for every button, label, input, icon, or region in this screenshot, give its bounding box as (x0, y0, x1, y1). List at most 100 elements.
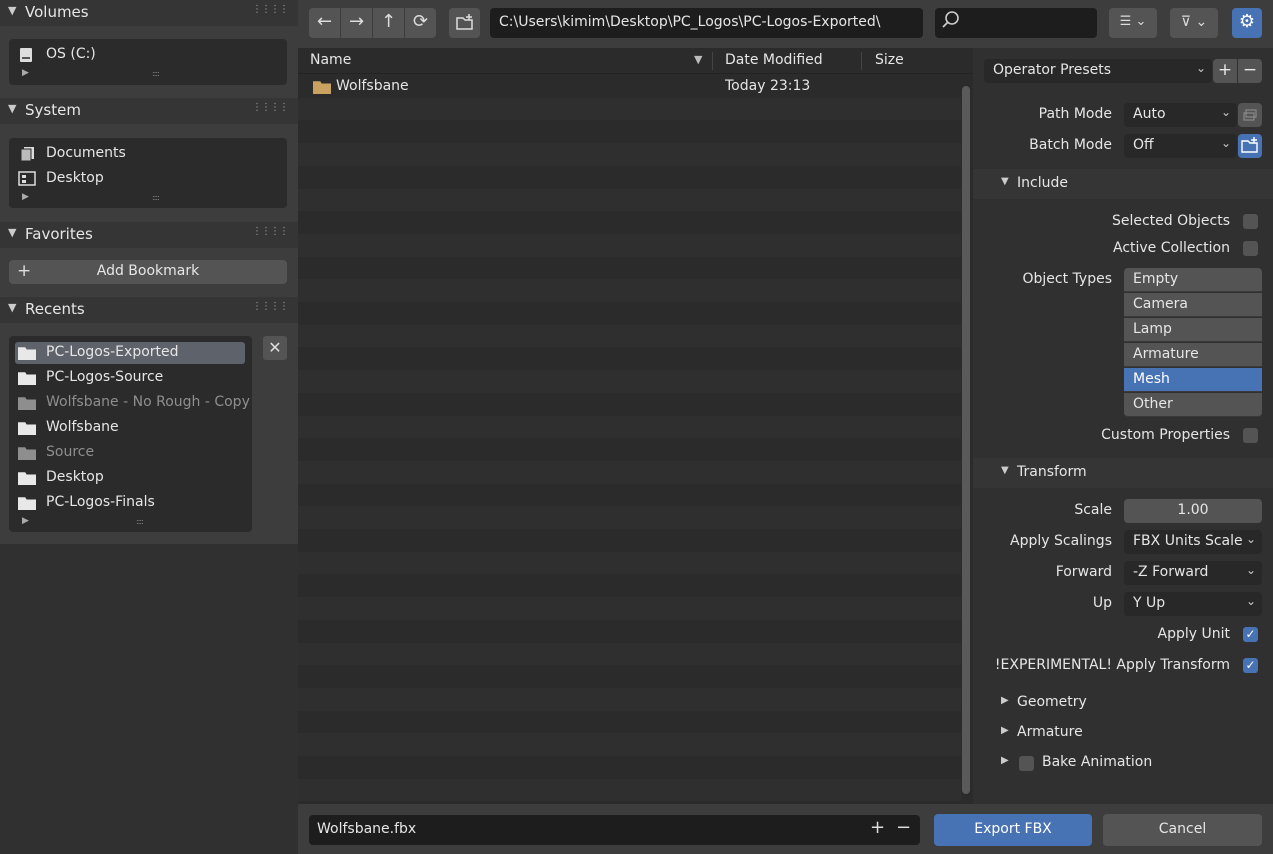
sort-descending-icon[interactable]: ▼ (694, 53, 702, 66)
expand-icon[interactable]: ▶ (22, 516, 29, 526)
desktop-icon (18, 171, 36, 186)
operator-presets-dropdown[interactable]: Operator Presets ⌄ (984, 59, 1212, 83)
file-row[interactable]: Wolfsbane Today 23:13 (298, 75, 961, 97)
drag-grip-icon[interactable]: ⋮⋮⋮⋮ (252, 102, 289, 113)
system-item-desktop[interactable]: Desktop (15, 168, 245, 190)
operator-presets-label: Operator Presets (993, 62, 1112, 78)
add-bookmark-button[interactable]: + Add Bookmark (9, 260, 287, 284)
scale-field[interactable]: 1.00 (1124, 499, 1262, 523)
selected-objects-checkbox[interactable] (1243, 214, 1258, 229)
bake-animation-checkbox[interactable] (1019, 756, 1034, 771)
apply-transform-checkbox[interactable]: ✓ (1243, 658, 1258, 673)
object-type-lamp[interactable]: Lamp (1124, 318, 1262, 342)
batch-mode-label: Batch Mode (1029, 137, 1112, 153)
recent-item[interactable]: Source (15, 442, 245, 464)
up-label: Up (1092, 595, 1112, 611)
selected-objects-label: Selected Objects (1111, 213, 1230, 229)
include-section-body: Selected Objects Active Collection Objec… (973, 199, 1273, 461)
collapse-triangle-icon: ▼ (8, 4, 17, 17)
resize-grip-icon[interactable]: :::: (136, 517, 144, 526)
expand-icon[interactable]: ▶ (22, 68, 29, 78)
object-type-other[interactable]: Other (1124, 393, 1262, 417)
new-folder-button[interactable] (449, 8, 480, 38)
parent-directory-button[interactable]: ↑ (373, 8, 404, 38)
column-size[interactable]: Size (875, 52, 904, 68)
system-title: System (25, 101, 81, 119)
favorites-panel-header[interactable]: ▼ Favorites ⋮⋮⋮⋮ (0, 222, 298, 248)
clear-recents-button[interactable]: ✕ (263, 336, 287, 360)
expand-triangle-icon: ▶ (1001, 695, 1009, 706)
recent-item[interactable]: Desktop (15, 467, 245, 489)
display-mode-dropdown[interactable]: ☰ ⌄ (1109, 8, 1157, 38)
column-date-modified[interactable]: Date Modified (725, 52, 823, 68)
object-type-armature[interactable]: Armature (1124, 343, 1262, 367)
directory-path-field[interactable]: C:\Users\kimim\Desktop\PC_Logos\PC-Logos… (490, 8, 923, 38)
object-type-mesh[interactable]: Mesh (1124, 368, 1262, 392)
collapse-triangle-icon: ▼ (8, 301, 17, 314)
back-button[interactable]: ← (309, 8, 340, 38)
object-type-camera[interactable]: Camera (1124, 293, 1262, 317)
drag-grip-icon[interactable]: ⋮⋮⋮⋮ (252, 226, 289, 237)
remove-preset-button[interactable]: − (1238, 59, 1262, 83)
filename-field[interactable]: Wolfsbane.fbx + − (309, 815, 920, 845)
filter-dropdown[interactable]: ⊽ ⌄ (1170, 8, 1218, 38)
drag-grip-icon[interactable]: ⋮⋮⋮⋮ (252, 301, 289, 312)
geometry-section-header[interactable]: ▶ Geometry (973, 688, 1273, 718)
recent-item[interactable]: Wolfsbane (15, 417, 245, 439)
drag-grip-icon[interactable]: ⋮⋮⋮⋮ (252, 4, 289, 15)
recent-item[interactable]: Wolfsbane - No Rough - Copy (15, 392, 250, 414)
expand-icon[interactable]: ▶ (22, 192, 29, 202)
settings-toggle-button[interactable]: ⚙ (1232, 8, 1262, 38)
increment-filename-icon[interactable]: + (870, 817, 885, 838)
recent-item[interactable]: PC-Logos-Finals (15, 492, 245, 514)
apply-unit-checkbox[interactable]: ✓ (1243, 627, 1258, 642)
empty-row (298, 302, 961, 325)
resize-grip-icon[interactable]: :::: (152, 69, 160, 78)
active-collection-checkbox[interactable] (1243, 241, 1258, 256)
recent-item-label: Source (46, 444, 95, 460)
empty-row (298, 233, 961, 257)
system-panel-header[interactable]: ▼ System ⋮⋮⋮⋮ (0, 98, 298, 124)
forward-button[interactable]: → (341, 8, 372, 38)
recent-item-label: Wolfsbane (46, 419, 119, 435)
volumes-panel-header[interactable]: ▼ Volumes ⋮⋮⋮⋮ (0, 0, 298, 26)
custom-properties-checkbox[interactable] (1243, 428, 1258, 443)
volume-item-os-c[interactable]: OS (C:) (15, 44, 245, 66)
armature-section-header[interactable]: ▶ Armature (973, 718, 1273, 748)
recent-item[interactable]: PC-Logos-Source (15, 367, 245, 389)
chevron-down-icon: ⌄ (1220, 105, 1231, 119)
column-name[interactable]: Name (310, 52, 351, 68)
recent-item[interactable]: PC-Logos-Exported (15, 342, 245, 364)
decrement-filename-icon[interactable]: − (896, 817, 911, 838)
system-item-documents[interactable]: Documents (15, 143, 245, 165)
batch-mode-dropdown[interactable]: Off ⌄ (1124, 134, 1237, 158)
cancel-button[interactable]: Cancel (1103, 814, 1262, 846)
operator-options-panel: Operator Presets ⌄ + − Path Mode Auto ⌄ B… (973, 48, 1273, 804)
transform-section-body: Scale 1.00 Apply Scalings FBX Units Scal… (973, 488, 1273, 688)
empty-row (298, 97, 961, 121)
resize-grip-icon[interactable]: :::: (152, 193, 160, 202)
include-section-header[interactable]: ▼ Include (973, 169, 1273, 199)
path-mode-dropdown[interactable]: Auto ⌄ (1124, 103, 1237, 127)
file-list-scrollbar[interactable] (962, 86, 970, 794)
embed-textures-button[interactable] (1238, 103, 1262, 127)
refresh-button[interactable]: ⟳ (405, 8, 436, 38)
add-preset-button[interactable]: + (1213, 59, 1237, 83)
collapse-triangle-icon: ▼ (8, 226, 17, 239)
search-input[interactable] (935, 8, 1097, 38)
scale-value: 1.00 (1177, 502, 1209, 518)
transform-section-header[interactable]: ▼ Transform (973, 458, 1273, 488)
batch-own-dir-button[interactable] (1238, 134, 1262, 158)
up-value: Y Up (1133, 595, 1166, 611)
minus-icon: − (1242, 60, 1258, 80)
recents-panel-header[interactable]: ▼ Recents ⋮⋮⋮⋮ (0, 297, 298, 323)
object-type-empty[interactable]: Empty (1124, 268, 1262, 292)
export-fbx-label: Export FBX (974, 821, 1052, 837)
export-fbx-button[interactable]: Export FBX (934, 814, 1092, 846)
chevron-down-icon: ⌄ (1220, 136, 1231, 150)
apply-scalings-dropdown[interactable]: FBX Units Scale ⌄ (1124, 530, 1262, 554)
forward-dropdown[interactable]: -Z Forward ⌄ (1124, 561, 1262, 585)
up-dropdown[interactable]: Y Up ⌄ (1124, 592, 1262, 616)
bake-animation-section-header[interactable]: ▶ Bake Animation (973, 748, 1273, 778)
apply-unit-label: Apply Unit (1157, 626, 1230, 642)
